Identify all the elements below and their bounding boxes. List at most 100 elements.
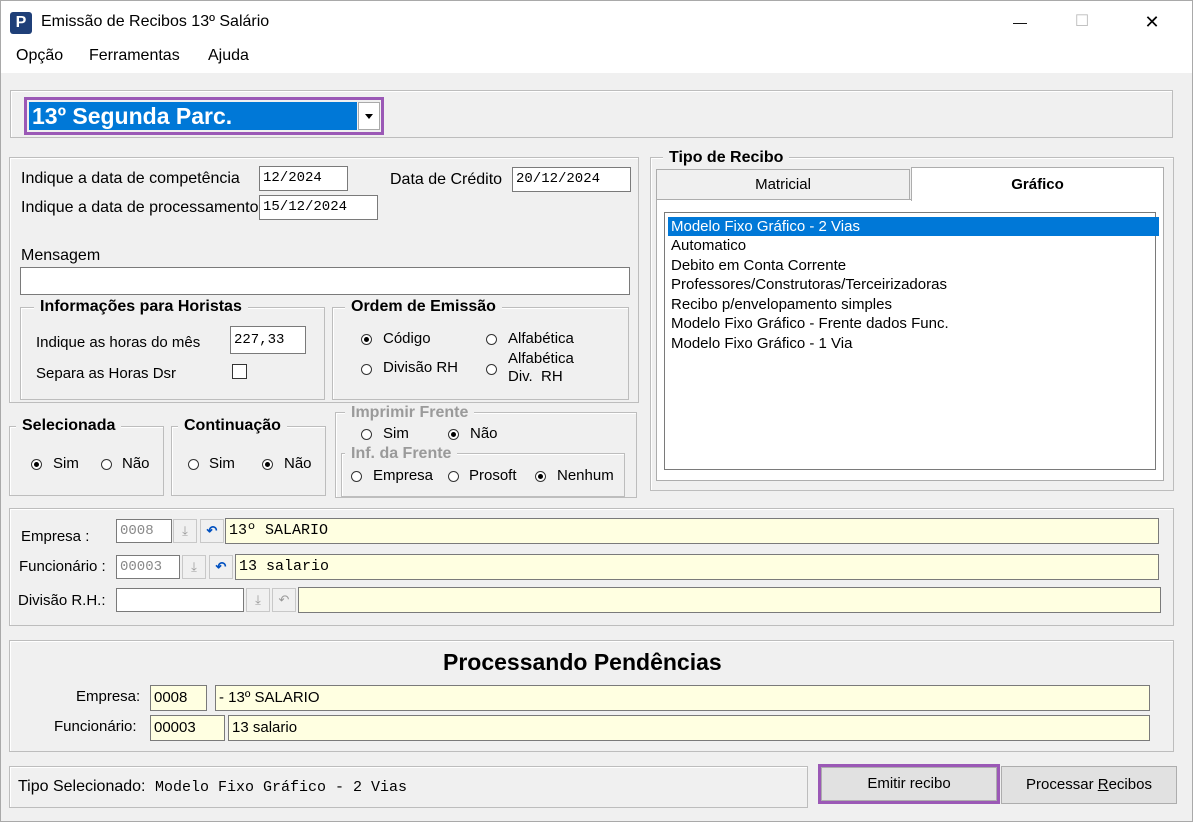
divisao-code-input[interactable]	[116, 588, 244, 612]
mensagem-label: Mensagem	[21, 247, 101, 264]
title-bar: P Emissão de Recibos 13º Salário — ☐ ✕	[1, 1, 1192, 43]
empresa-code-input[interactable]: 0008	[116, 519, 172, 543]
imprimir-nao-label: Não	[470, 425, 498, 442]
radio-selecionada-sim[interactable]	[31, 459, 42, 470]
selecionada-nao-label: Não	[122, 455, 150, 472]
inf-nenhum-label: Nenhum	[557, 467, 614, 484]
list-item[interactable]: Modelo Fixo Gráfico - 2 Vias	[668, 217, 1159, 236]
pend-empresa-label: Empresa:	[76, 688, 141, 705]
processamento-label: Indique a data de processamento	[21, 199, 259, 216]
inf-frente-title: Inf. da Frente	[345, 445, 458, 463]
tab-matricial[interactable]: Matricial	[656, 169, 910, 199]
radio-codigo[interactable]	[361, 334, 372, 345]
ordem-group	[332, 307, 629, 400]
imprimir-sim-label: Sim	[383, 425, 409, 442]
radio-inf-empresa[interactable]	[351, 471, 362, 482]
alfabetica-label: Alfabética	[508, 330, 574, 347]
pend-funcionario-label: Funcionário:	[54, 718, 137, 735]
processar-label-mnemonic: R	[1097, 776, 1109, 793]
minimize-button[interactable]: —	[997, 7, 1043, 37]
divisao-rh-label: Divisão R.H.:	[18, 592, 106, 609]
menu-ajuda[interactable]: Ajuda	[208, 47, 249, 65]
inf-prosoft-label: Prosoft	[469, 467, 517, 484]
horas-label: Indique as horas do mês	[36, 334, 201, 351]
credito-label: Data de Crédito	[390, 171, 503, 188]
credito-input[interactable]: 20/12/2024	[512, 167, 631, 192]
maximize-button[interactable]: ☐	[1059, 7, 1105, 37]
divisao-name-field[interactable]	[298, 587, 1161, 613]
horistas-title: Informações para Horistas	[34, 298, 248, 316]
empresa-label: Empresa :	[21, 528, 90, 545]
radio-divisao[interactable]	[361, 364, 372, 375]
separa-label: Separa as Horas Dsr	[36, 365, 177, 382]
processamento-input[interactable]: 15/12/2024	[259, 195, 378, 220]
list-item[interactable]: Debito em Conta Corrente	[668, 256, 1159, 275]
alfa-div-label-2: Div. RH	[508, 368, 563, 385]
selecionada-sim-label: Sim	[53, 455, 79, 472]
pend-funcionario-name: 13 salario	[228, 715, 1150, 741]
radio-alfabetica[interactable]	[486, 334, 497, 345]
tab-grafico[interactable]: Gráfico	[911, 167, 1164, 201]
processar-recibos-button[interactable]: Processar Recibos	[1001, 766, 1177, 804]
empresa-name-field[interactable]: 13º SALARIO	[225, 518, 1159, 544]
competencia-input[interactable]: 12/2024	[259, 166, 348, 191]
radio-inf-nenhum[interactable]	[535, 471, 546, 482]
processar-label-suffix: ecibos	[1108, 776, 1152, 793]
ordem-title: Ordem de Emissão	[345, 298, 502, 316]
imprimir-title: Imprimir Frente	[345, 404, 475, 422]
continuacao-nao-label: Não	[284, 455, 312, 472]
parcel-select[interactable]: 13º Segunda Parc.	[29, 102, 357, 130]
download-icon[interactable]: ⤓	[246, 588, 270, 612]
competencia-label: Indique a data de competência	[21, 170, 240, 187]
window-title: Emissão de Recibos 13º Salário	[41, 13, 270, 30]
codigo-label: Código	[383, 330, 431, 347]
radio-inf-prosoft[interactable]	[448, 471, 459, 482]
close-button[interactable]: ✕	[1129, 7, 1175, 37]
horas-input[interactable]: 227,33	[230, 326, 306, 354]
pendencias-title: Processando Pendências	[443, 649, 722, 675]
menu-opcao[interactable]: Opção	[16, 47, 63, 65]
pend-empresa-code: 0008	[150, 685, 207, 711]
undo-icon[interactable]: ↶	[200, 519, 224, 543]
download-icon[interactable]: ⤓	[173, 519, 197, 543]
status-value: Modelo Fixo Gráfico - 2 Vias	[155, 779, 408, 796]
mensagem-input[interactable]	[20, 267, 630, 295]
alfa-div-label-1: Alfabética	[508, 350, 574, 367]
chevron-down-icon	[365, 114, 373, 119]
funcionario-code-input[interactable]: 00003	[116, 555, 180, 579]
tipo-recibo-title: Tipo de Recibo	[663, 149, 790, 167]
undo-icon[interactable]: ↶	[209, 555, 233, 579]
pend-empresa-name: - 13º SALARIO	[215, 685, 1150, 711]
funcionario-name-field[interactable]: 13 salario	[235, 554, 1159, 580]
funcionario-label: Funcionário :	[19, 558, 106, 575]
selecionada-title: Selecionada	[16, 417, 122, 435]
radio-continuacao-sim[interactable]	[188, 459, 199, 470]
separa-checkbox[interactable]	[232, 364, 247, 379]
divisao-label: Divisão RH	[383, 359, 459, 376]
radio-imprimir-sim[interactable]	[361, 429, 372, 440]
list-item[interactable]: Modelo Fixo Gráfico - 1 Via	[668, 334, 1159, 353]
list-item[interactable]: Recibo p/envelopamento simples	[668, 295, 1159, 314]
radio-selecionada-nao[interactable]	[101, 459, 112, 470]
status-label: Tipo Selecionado:	[18, 778, 146, 795]
inf-empresa-label: Empresa	[373, 467, 434, 484]
list-item[interactable]: Professores/Construtoras/Terceirizadoras	[668, 275, 1159, 294]
menu-ferramentas[interactable]: Ferramentas	[89, 47, 180, 65]
radio-continuacao-nao[interactable]	[262, 459, 273, 470]
continuacao-sim-label: Sim	[209, 455, 235, 472]
radio-alfa-div[interactable]	[486, 364, 497, 375]
list-item[interactable]: Automatico	[668, 236, 1159, 255]
main-window: P Emissão de Recibos 13º Salário — ☐ ✕ O…	[0, 0, 1193, 822]
radio-imprimir-nao[interactable]	[448, 429, 459, 440]
list-item[interactable]: Modelo Fixo Gráfico - Frente dados Func.	[668, 314, 1159, 333]
emitir-recibo-button[interactable]: Emitir recibo	[821, 767, 997, 801]
undo-icon[interactable]: ↶	[272, 588, 296, 612]
recibo-listbox[interactable]: Modelo Fixo Gráfico - 2 Vias Automatico …	[664, 212, 1159, 470]
continuacao-title: Continuação	[178, 417, 287, 435]
download-icon[interactable]: ⤓	[182, 555, 206, 579]
processar-label-prefix: Processar	[1026, 776, 1098, 793]
dropdown-button[interactable]	[358, 102, 380, 130]
pend-funcionario-code: 00003	[150, 715, 225, 741]
menu-bar: Opção Ferramentas Ajuda	[1, 43, 1192, 73]
app-icon: P	[10, 12, 32, 34]
